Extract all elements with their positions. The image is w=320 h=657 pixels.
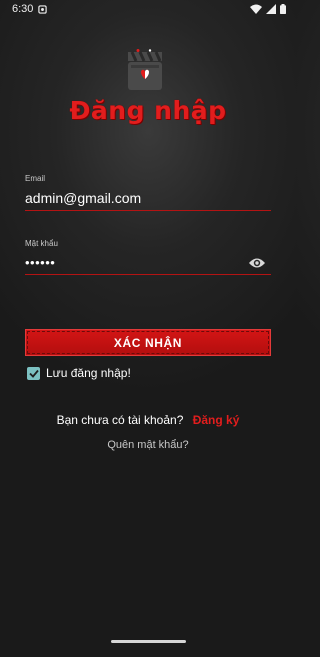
battery-icon [280,4,286,14]
email-label: Email [25,174,46,183]
password-field[interactable]: •••••• [25,255,55,270]
signup-prompt: Bạn chưa có tài khoản? [56,413,184,427]
notification-icon [38,4,48,14]
password-label: Mật khẩu [25,239,58,248]
signal-icon [266,4,276,14]
forgot-password-link[interactable]: Quên mật khẩu? [0,439,296,451]
email-underline [25,210,271,211]
signup-link[interactable]: Đăng ký [193,413,240,427]
submit-button[interactable]: XÁC NHẬN [25,329,271,356]
password-underline [25,274,271,275]
wifi-icon [250,4,262,14]
email-field[interactable]: admin@gmail.com [25,190,141,206]
remember-checkbox[interactable] [27,366,40,380]
remember-label: Lưu đăng nhập! [46,366,131,380]
signup-row: Bạn chưa có tài khoản? Đăng ký [0,413,296,427]
eye-icon[interactable] [248,256,266,270]
remember-checkbox-row[interactable]: Lưu đăng nhập! [27,366,131,380]
check-icon [28,369,39,378]
clapperboard-logo-icon [128,49,162,90]
home-indicator[interactable] [111,640,186,643]
status-time: 6:30 [12,3,34,15]
status-bar: 6:30 [0,0,296,18]
page-title: Đăng nhập [69,96,227,125]
